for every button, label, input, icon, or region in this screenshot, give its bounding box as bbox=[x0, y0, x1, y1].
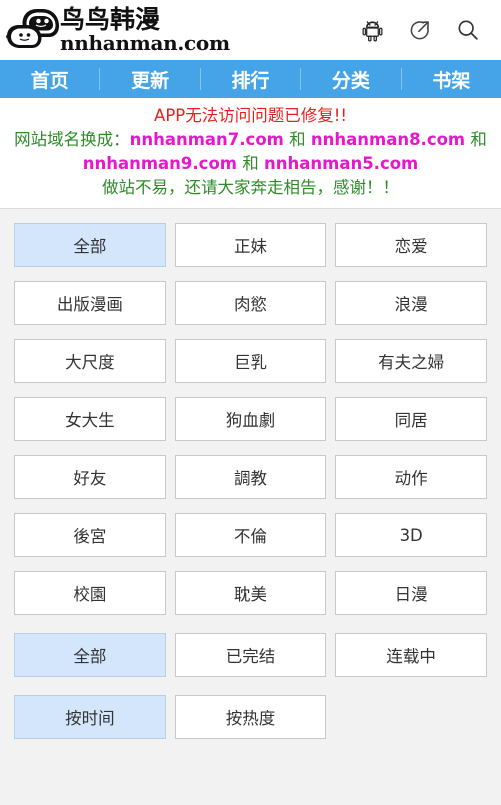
category-button[interactable]: 校園 bbox=[14, 571, 166, 615]
category-button[interactable]: 肉慾 bbox=[174, 281, 327, 325]
site-logo[interactable]: 鸟鸟韩漫 nnhanman.com bbox=[5, 3, 230, 57]
category-button[interactable]: 恋爱 bbox=[335, 223, 487, 267]
site-header: 鸟鸟韩漫 nnhanman.com bbox=[0, 0, 501, 60]
domain-link-3[interactable]: nnhanman9.com bbox=[83, 154, 237, 173]
logo-title-cn: 鸟鸟韩漫 bbox=[60, 5, 161, 34]
announcement-conjunction-2: 和 bbox=[465, 130, 487, 149]
category-button-all[interactable]: 全部 bbox=[14, 223, 166, 267]
category-button[interactable]: 巨乳 bbox=[174, 339, 327, 383]
status-button-all[interactable]: 全部 bbox=[14, 633, 166, 677]
category-button[interactable]: 动作 bbox=[335, 455, 487, 499]
announcement-line-1: APP无法访问问题已修复!! bbox=[154, 106, 347, 125]
category-button[interactable]: 女大生 bbox=[14, 397, 166, 441]
status-button-ongoing[interactable]: 连载中 bbox=[335, 633, 487, 677]
category-button[interactable]: 狗血劇 bbox=[174, 397, 327, 441]
announcement-line-4: 做站不易，还请大家奔走相告，感谢！！ bbox=[102, 178, 399, 197]
bird-logo-icon bbox=[5, 6, 64, 54]
category-filter-grid: 全部 正妹 恋爱 出版漫画 肉慾 浪漫 大尺度 巨乳 有夫之婦 女大生 狗血劇 … bbox=[14, 223, 487, 615]
category-button[interactable]: 有夫之婦 bbox=[335, 339, 487, 383]
nav-item-bookshelf[interactable]: 书架 bbox=[402, 60, 501, 98]
domain-link-4[interactable]: nnhanman5.com bbox=[264, 154, 418, 173]
search-icon[interactable] bbox=[453, 14, 483, 46]
announcement-prefix: 网站域名换成： bbox=[14, 130, 130, 149]
category-button[interactable]: 正妹 bbox=[174, 223, 327, 267]
logo-text-block: 鸟鸟韩漫 nnhanman.com bbox=[60, 7, 230, 53]
sort-filter-row: 按时间 按热度 bbox=[14, 695, 487, 739]
filter-group-spacer bbox=[14, 677, 487, 695]
domain-link-2[interactable]: nnhanman8.com bbox=[311, 130, 465, 149]
category-button[interactable]: 不倫 bbox=[174, 513, 327, 557]
filter-area: 全部 正妹 恋爱 出版漫画 肉慾 浪漫 大尺度 巨乳 有夫之婦 女大生 狗血劇 … bbox=[0, 209, 501, 739]
android-icon[interactable] bbox=[357, 14, 387, 46]
page-root: 鸟鸟韩漫 nnhanman.com 首页 更新 排行 分类 书架 APP无法访问… bbox=[0, 0, 501, 805]
category-button[interactable]: 耽美 bbox=[174, 571, 327, 615]
share-external-icon[interactable] bbox=[405, 14, 435, 46]
announcement-line-3: nnhanman9.com 和 nnhanman5.com bbox=[6, 152, 495, 176]
category-button[interactable]: 浪漫 bbox=[335, 281, 487, 325]
announcement-line-2: 网站域名换成：nnhanman7.com 和 nnhanman8.com 和 bbox=[6, 128, 495, 152]
category-button[interactable]: 調教 bbox=[174, 455, 327, 499]
category-button[interactable]: 出版漫画 bbox=[14, 281, 166, 325]
category-button[interactable]: 大尺度 bbox=[14, 339, 166, 383]
status-filter-row: 全部 已完结 连载中 bbox=[14, 633, 487, 677]
announcement-conjunction-3: 和 bbox=[237, 154, 264, 173]
category-button[interactable]: 後宮 bbox=[14, 513, 166, 557]
nav-item-updates[interactable]: 更新 bbox=[100, 60, 199, 98]
category-button[interactable]: 同居 bbox=[335, 397, 487, 441]
announcement-banner: APP无法访问问题已修复!! 网站域名换成：nnhanman7.com 和 nn… bbox=[0, 98, 501, 209]
domain-link-1[interactable]: nnhanman7.com bbox=[130, 130, 284, 149]
nav-item-ranking[interactable]: 排行 bbox=[201, 60, 300, 98]
header-icon-group bbox=[357, 14, 487, 46]
logo-domain: nnhanman.com bbox=[60, 31, 230, 55]
sort-button-by-popularity[interactable]: 按热度 bbox=[174, 695, 327, 739]
category-button[interactable]: 3D bbox=[335, 513, 487, 557]
nav-item-categories[interactable]: 分类 bbox=[301, 60, 400, 98]
sort-button-by-time[interactable]: 按时间 bbox=[14, 695, 166, 739]
nav-item-home[interactable]: 首页 bbox=[0, 60, 99, 98]
announcement-conjunction-1: 和 bbox=[283, 130, 311, 149]
status-button-completed[interactable]: 已完结 bbox=[174, 633, 327, 677]
filter-group-spacer bbox=[14, 615, 487, 633]
category-button[interactable]: 日漫 bbox=[335, 571, 487, 615]
main-navigation: 首页 更新 排行 分类 书架 bbox=[0, 60, 501, 98]
category-button[interactable]: 好友 bbox=[14, 455, 166, 499]
